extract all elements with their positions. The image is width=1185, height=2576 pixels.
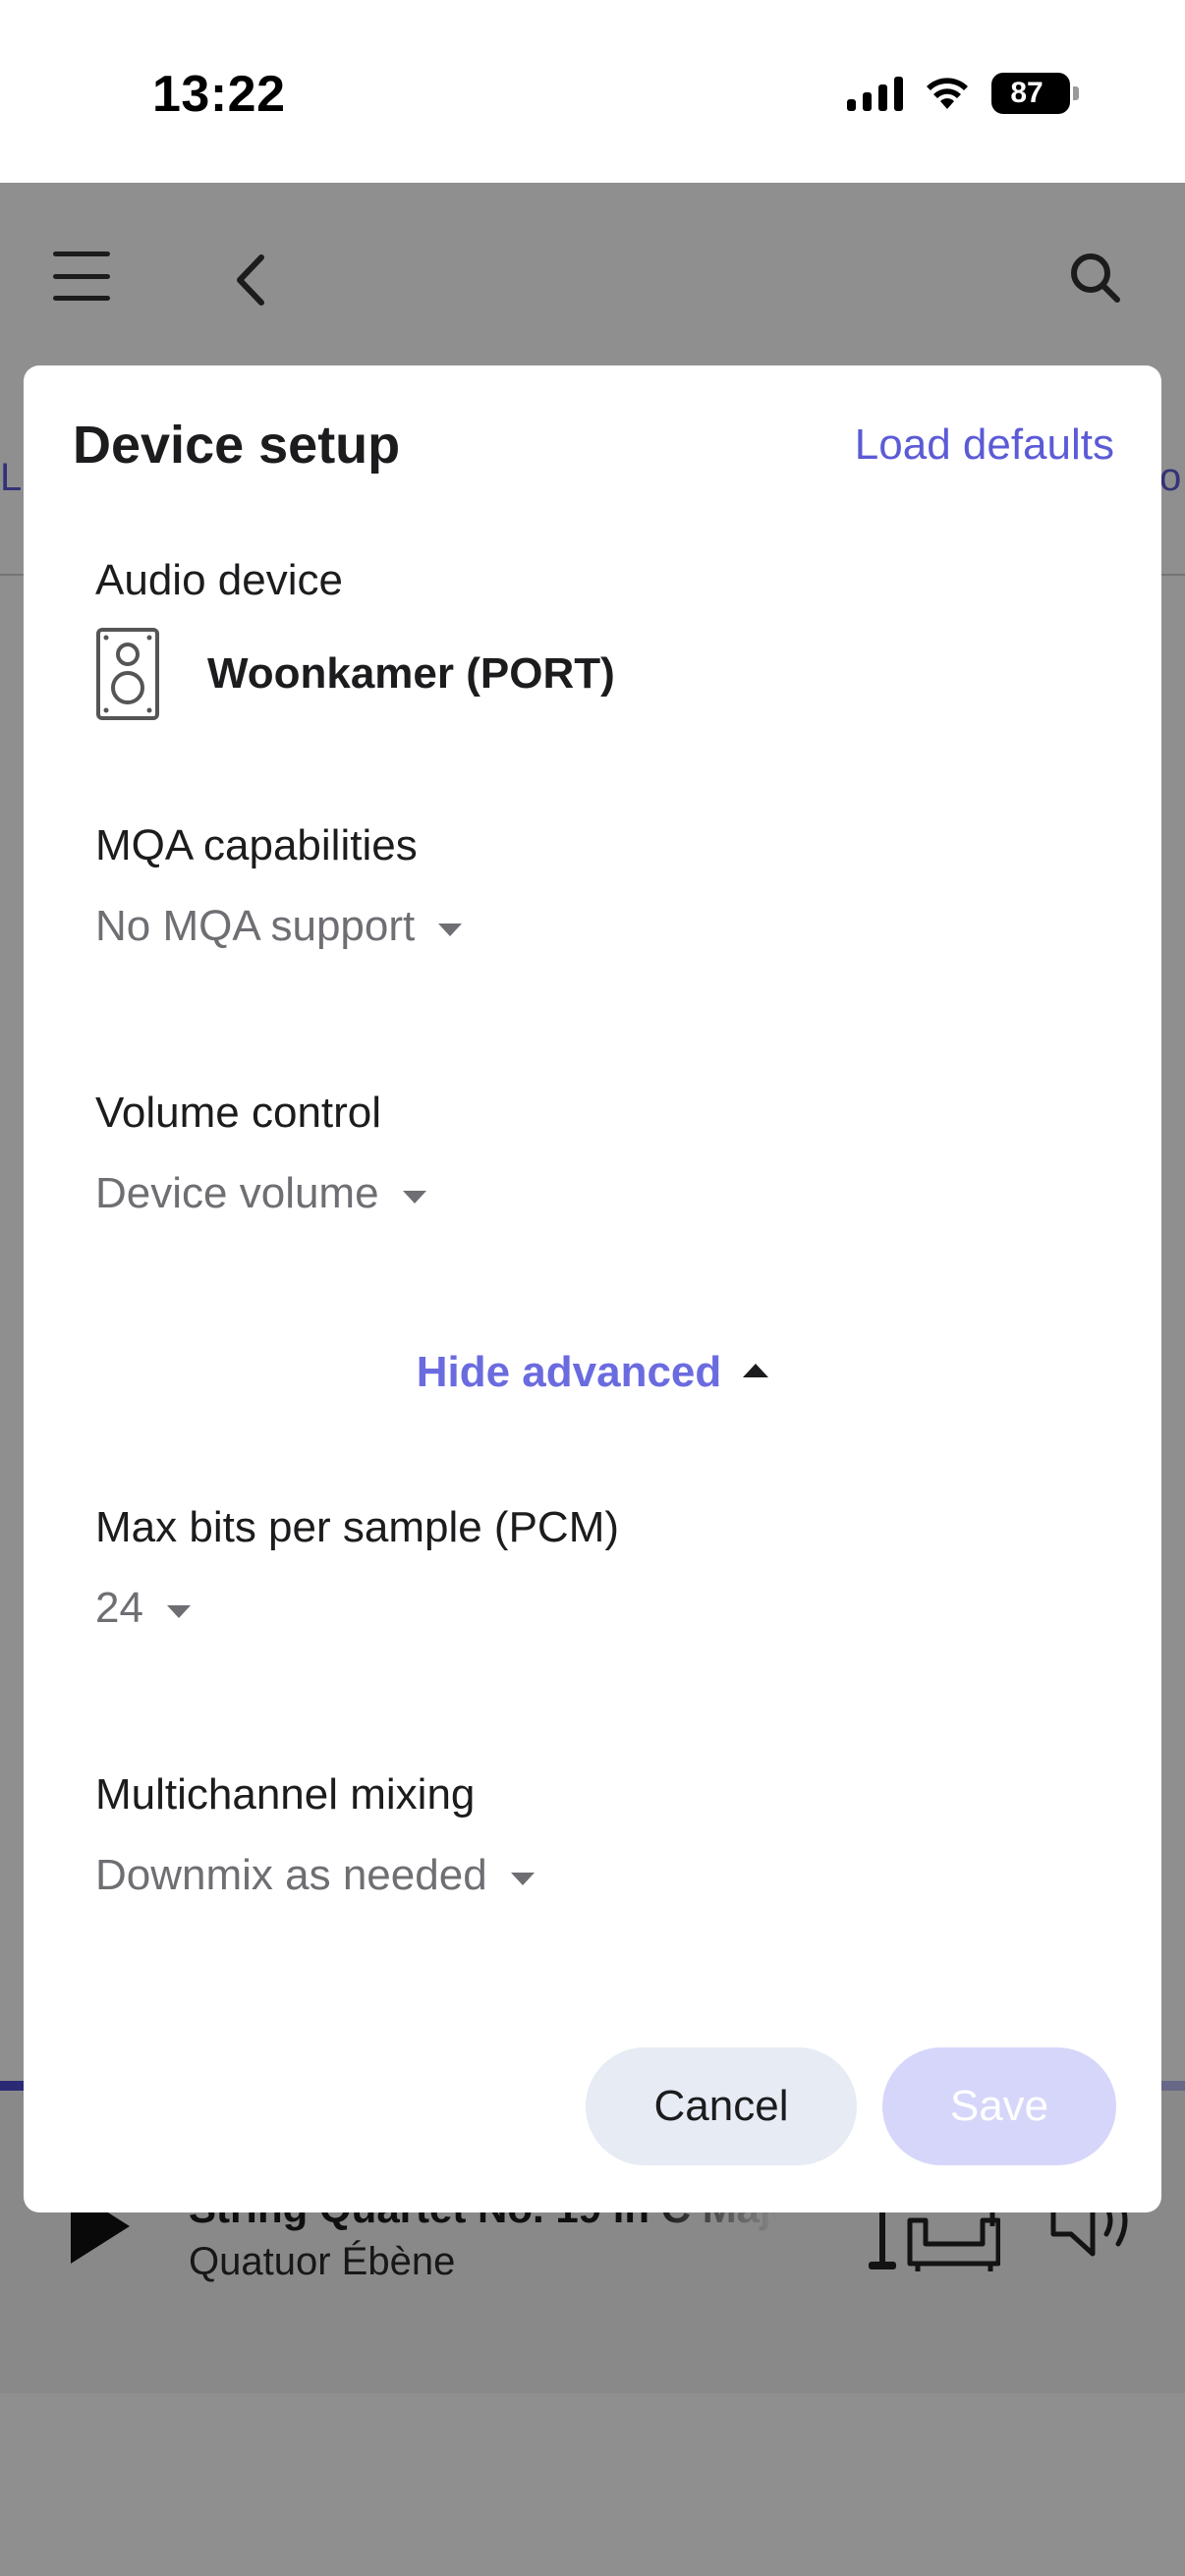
cellular-signal-icon	[847, 76, 903, 111]
multichannel-mixing-select[interactable]: Downmix as needed	[95, 1851, 535, 1900]
volume-control-label: Volume control	[95, 1089, 382, 1137]
mqa-capabilities-value: No MQA support	[95, 902, 416, 950]
battery-icon: 87	[991, 73, 1070, 114]
volume-control-value: Device volume	[95, 1169, 379, 1217]
status-time: 13:22	[152, 66, 286, 123]
status-bar: 13:22 87	[0, 0, 1185, 183]
dialog-title: Device setup	[73, 416, 401, 475]
caret-up-icon	[743, 1364, 769, 1377]
speaker-icon	[96, 628, 159, 720]
audio-device-name: Woonkamer (PORT)	[207, 649, 615, 698]
max-bits-select[interactable]: 24	[95, 1584, 191, 1633]
hide-advanced-toggle[interactable]: Hide advanced	[24, 1348, 1161, 1397]
max-bits-value: 24	[95, 1584, 143, 1632]
load-defaults-link[interactable]: Load defaults	[855, 420, 1114, 470]
multichannel-mixing-label: Multichannel mixing	[95, 1770, 476, 1819]
save-button[interactable]: Save	[882, 2047, 1116, 2165]
dropdown-caret-icon	[166, 1604, 191, 1618]
volume-control-select[interactable]: Device volume	[95, 1169, 426, 1218]
wifi-icon	[927, 78, 968, 109]
dropdown-caret-icon	[402, 1190, 426, 1204]
device-setup-dialog: Device setup Load defaults Audio device …	[24, 365, 1161, 2212]
multichannel-mixing-value: Downmix as needed	[95, 1851, 487, 1899]
mqa-capabilities-select[interactable]: No MQA support	[95, 902, 463, 951]
dropdown-caret-icon	[510, 1872, 535, 1885]
battery-level: 87	[1010, 77, 1044, 109]
audio-device-label: Audio device	[95, 556, 343, 604]
mqa-capabilities-label: MQA capabilities	[95, 821, 418, 869]
dropdown-caret-icon	[438, 923, 463, 936]
max-bits-label: Max bits per sample (PCM)	[95, 1503, 620, 1551]
status-icons: 87	[847, 73, 1079, 114]
hide-advanced-label: Hide advanced	[416, 1348, 722, 1396]
battery-indicator: 87	[991, 73, 1079, 114]
audio-device-row: Woonkamer (PORT)	[95, 627, 615, 721]
cancel-button[interactable]: Cancel	[586, 2047, 857, 2165]
